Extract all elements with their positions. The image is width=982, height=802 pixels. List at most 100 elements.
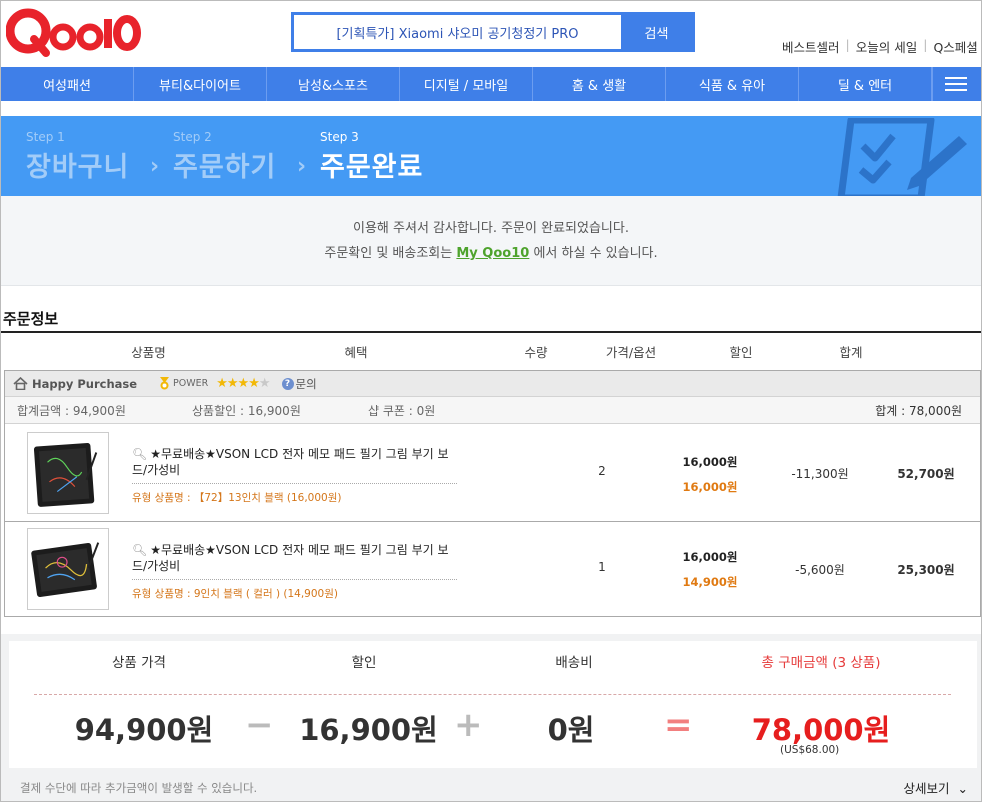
step-number: Step 2	[173, 130, 212, 144]
label-grand-total: 총 구매금액 (3 상품)	[761, 655, 881, 671]
item-option-price: 14,900원	[682, 575, 738, 589]
product-thumbnail[interactable]	[27, 432, 109, 514]
shop-sum-discount: 상품할인 : 16,900원	[192, 403, 301, 418]
shop-sum-total: 합계금액 : 94,900원	[17, 403, 126, 418]
nav-deal[interactable]: 딜 & 엔터	[799, 67, 932, 101]
th-benefit: 혜택	[344, 344, 368, 360]
detail-toggle[interactable]: 상세보기 ⌄	[904, 778, 968, 797]
product-option: 유형 상품명 : 9인치 블랙 ( 컬러 ) (14,900원)	[132, 588, 338, 600]
item-price: 16,000원 16,000원	[660, 454, 760, 495]
medal-icon	[160, 377, 170, 390]
item-qty: 2	[598, 464, 606, 478]
value-shipping: 0원	[547, 713, 595, 747]
top-links: 베스트셀러 | 오늘의 세일 | Q스페셜	[782, 37, 978, 56]
product-thumbnail[interactable]	[27, 528, 109, 610]
order-item-row: 🔍︎ ★무료배송★VSON LCD 전자 메모 패드 필기 그림 부기 보드/가성…	[5, 522, 980, 618]
menu-button[interactable]	[932, 67, 979, 101]
order-steps-banner: Step 1 장바구니 › Step 2 주문하기 › Step 3 주문완료	[1, 116, 981, 196]
top-link-best[interactable]: 베스트셀러	[782, 37, 840, 56]
header: 검색 베스트셀러 | 오늘의 세일 | Q스페셜	[1, 1, 981, 67]
th-total: 합계	[839, 344, 863, 360]
nav-digital[interactable]: 디지털 / 모바일	[400, 67, 533, 101]
thanks-line: 이용해 주셔서 감사합니다. 주문이 완료되었습니다.	[353, 221, 629, 236]
nav-food[interactable]: 식품 & 유아	[666, 67, 799, 101]
shop-summary: 합계금액 : 94,900원 상품할인 : 16,900원 샵 쿠폰 : 0원 …	[5, 397, 980, 424]
detail-label: 상세보기	[903, 781, 950, 796]
item-total: 25,300원	[897, 563, 955, 577]
order-complete-message: 이용해 주셔서 감사합니다. 주문이 완료되었습니다. 주문확인 및 배송조회는…	[1, 196, 981, 286]
chevron-right-icon: ›	[150, 154, 160, 179]
inquiry-label: 문의	[295, 376, 317, 391]
order-table-header: 상품명 혜택 수량 가격/옵션 할인 합계	[1, 331, 981, 369]
step-order: Step 2 주문하기	[173, 130, 276, 184]
step-complete: Step 3 주문완료	[320, 130, 423, 184]
my-qoo10-link[interactable]: My Qoo10	[456, 246, 529, 261]
nav-beauty[interactable]: 뷰티&다이어트	[134, 67, 267, 101]
payment-summary: 상품 가격 할인 배송비 총 구매금액 (3 상품) 94,900원 − 16,…	[1, 634, 981, 801]
shop-sum-grand: 합계 : 78,000원	[875, 403, 962, 418]
th-qty: 수량	[524, 344, 548, 360]
payment-summary-card: 상품 가격 할인 배송비 총 구매금액 (3 상품) 94,900원 − 16,…	[9, 641, 977, 768]
nav-women-fashion[interactable]: 여성패션	[1, 67, 134, 101]
top-link-qspecial[interactable]: Q스페셜	[933, 37, 977, 56]
equals-icon: =	[664, 705, 693, 745]
item-original-price: 16,000원	[682, 455, 738, 469]
thanks-text: 에서 하실 수 있습니다.	[533, 246, 658, 261]
minus-icon: −	[245, 705, 274, 745]
label-shipping: 배송비	[555, 655, 593, 671]
search-icon: 🔍︎	[132, 543, 148, 557]
shop-order-group: Happy Purchase POWER ★★★★★ ? 문의 합계금액 : 9…	[4, 370, 981, 617]
search-box: 검색	[291, 12, 695, 52]
value-grand-total: 78,000원	[751, 713, 891, 747]
question-icon: ?	[281, 377, 294, 390]
item-discount: -11,300원	[791, 467, 849, 481]
product-name[interactable]: 🔍︎ ★무료배송★VSON LCD 전자 메모 패드 필기 그림 부기 보드/가성…	[132, 542, 457, 580]
nav-home[interactable]: 홈 & 생활	[533, 67, 666, 101]
power-label: POWER	[173, 378, 209, 389]
th-discount: 할인	[729, 344, 753, 360]
th-product: 상품명	[131, 344, 166, 360]
shop-header: Happy Purchase POWER ★★★★★ ? 문의	[5, 371, 980, 397]
item-option-price: 16,000원	[682, 480, 738, 494]
step-number: Step 3	[320, 130, 359, 144]
home-icon	[13, 377, 28, 390]
power-badge: POWER	[159, 377, 208, 390]
product-name[interactable]: 🔍︎ ★무료배송★VSON LCD 전자 메모 패드 필기 그림 부기 보드/가성…	[132, 446, 457, 484]
item-price: 16,000원 14,900원	[660, 549, 760, 590]
label-product-price: 상품 가격	[112, 655, 166, 671]
product-option: 유형 상품명 : 【72】13인치 블랙 (16,000원)	[132, 492, 342, 504]
hamburger-icon	[945, 73, 967, 95]
order-item-row: 🔍︎ ★무료배송★VSON LCD 전자 메모 패드 필기 그림 부기 보드/가성…	[5, 426, 980, 522]
category-nav: 여성패션 뷰티&다이어트 남성&스포츠 디지털 / 모바일 홈 & 생활 식품 …	[1, 67, 981, 101]
th-price: 가격/옵션	[605, 344, 657, 360]
label-discount: 할인	[351, 655, 377, 671]
search-icon: 🔍︎	[132, 447, 148, 461]
top-link-today-sale[interactable]: 오늘의 세일	[856, 37, 917, 56]
nav-men-sports[interactable]: 남성&스포츠	[267, 67, 400, 101]
product-name-text: ★무료배송★VSON LCD 전자 메모 패드 필기 그림 부기 보드/가성비	[132, 447, 449, 477]
item-discount: -5,600원	[795, 563, 845, 577]
step-title: 주문하기	[173, 152, 277, 183]
item-qty: 1	[598, 560, 606, 574]
step-title: 장바구니	[26, 152, 130, 183]
shop-sum-coupon: 샵 쿠폰 : 0원	[368, 403, 436, 418]
payment-note: 결제 수단에 따라 추가금액이 발생할 수 있습니다.	[20, 781, 258, 795]
rating-stars: ★★★★★	[216, 376, 270, 391]
summary-labels-row	[34, 667, 951, 695]
item-total: 52,700원	[897, 467, 955, 481]
inquiry-link[interactable]: ? 문의	[281, 376, 317, 392]
item-original-price: 16,000원	[682, 550, 738, 564]
checklist-pencil-icon	[837, 118, 967, 196]
divider: |	[923, 37, 928, 52]
value-discount: 16,900원	[299, 713, 438, 747]
qoo10-logo[interactable]	[6, 5, 141, 57]
search-input[interactable]	[294, 15, 621, 49]
value-product-price: 94,900원	[74, 713, 214, 747]
value-usd: (US$68.00)	[780, 744, 840, 756]
product-name-text: ★무료배송★VSON LCD 전자 메모 패드 필기 그림 부기 보드/가성비	[132, 543, 449, 573]
search-button[interactable]: 검색	[621, 15, 692, 49]
plus-icon: +	[454, 705, 483, 745]
shop-name-link[interactable]: Happy Purchase	[32, 377, 137, 391]
divider: |	[845, 37, 850, 52]
order-info-title: 주문정보	[3, 310, 59, 328]
